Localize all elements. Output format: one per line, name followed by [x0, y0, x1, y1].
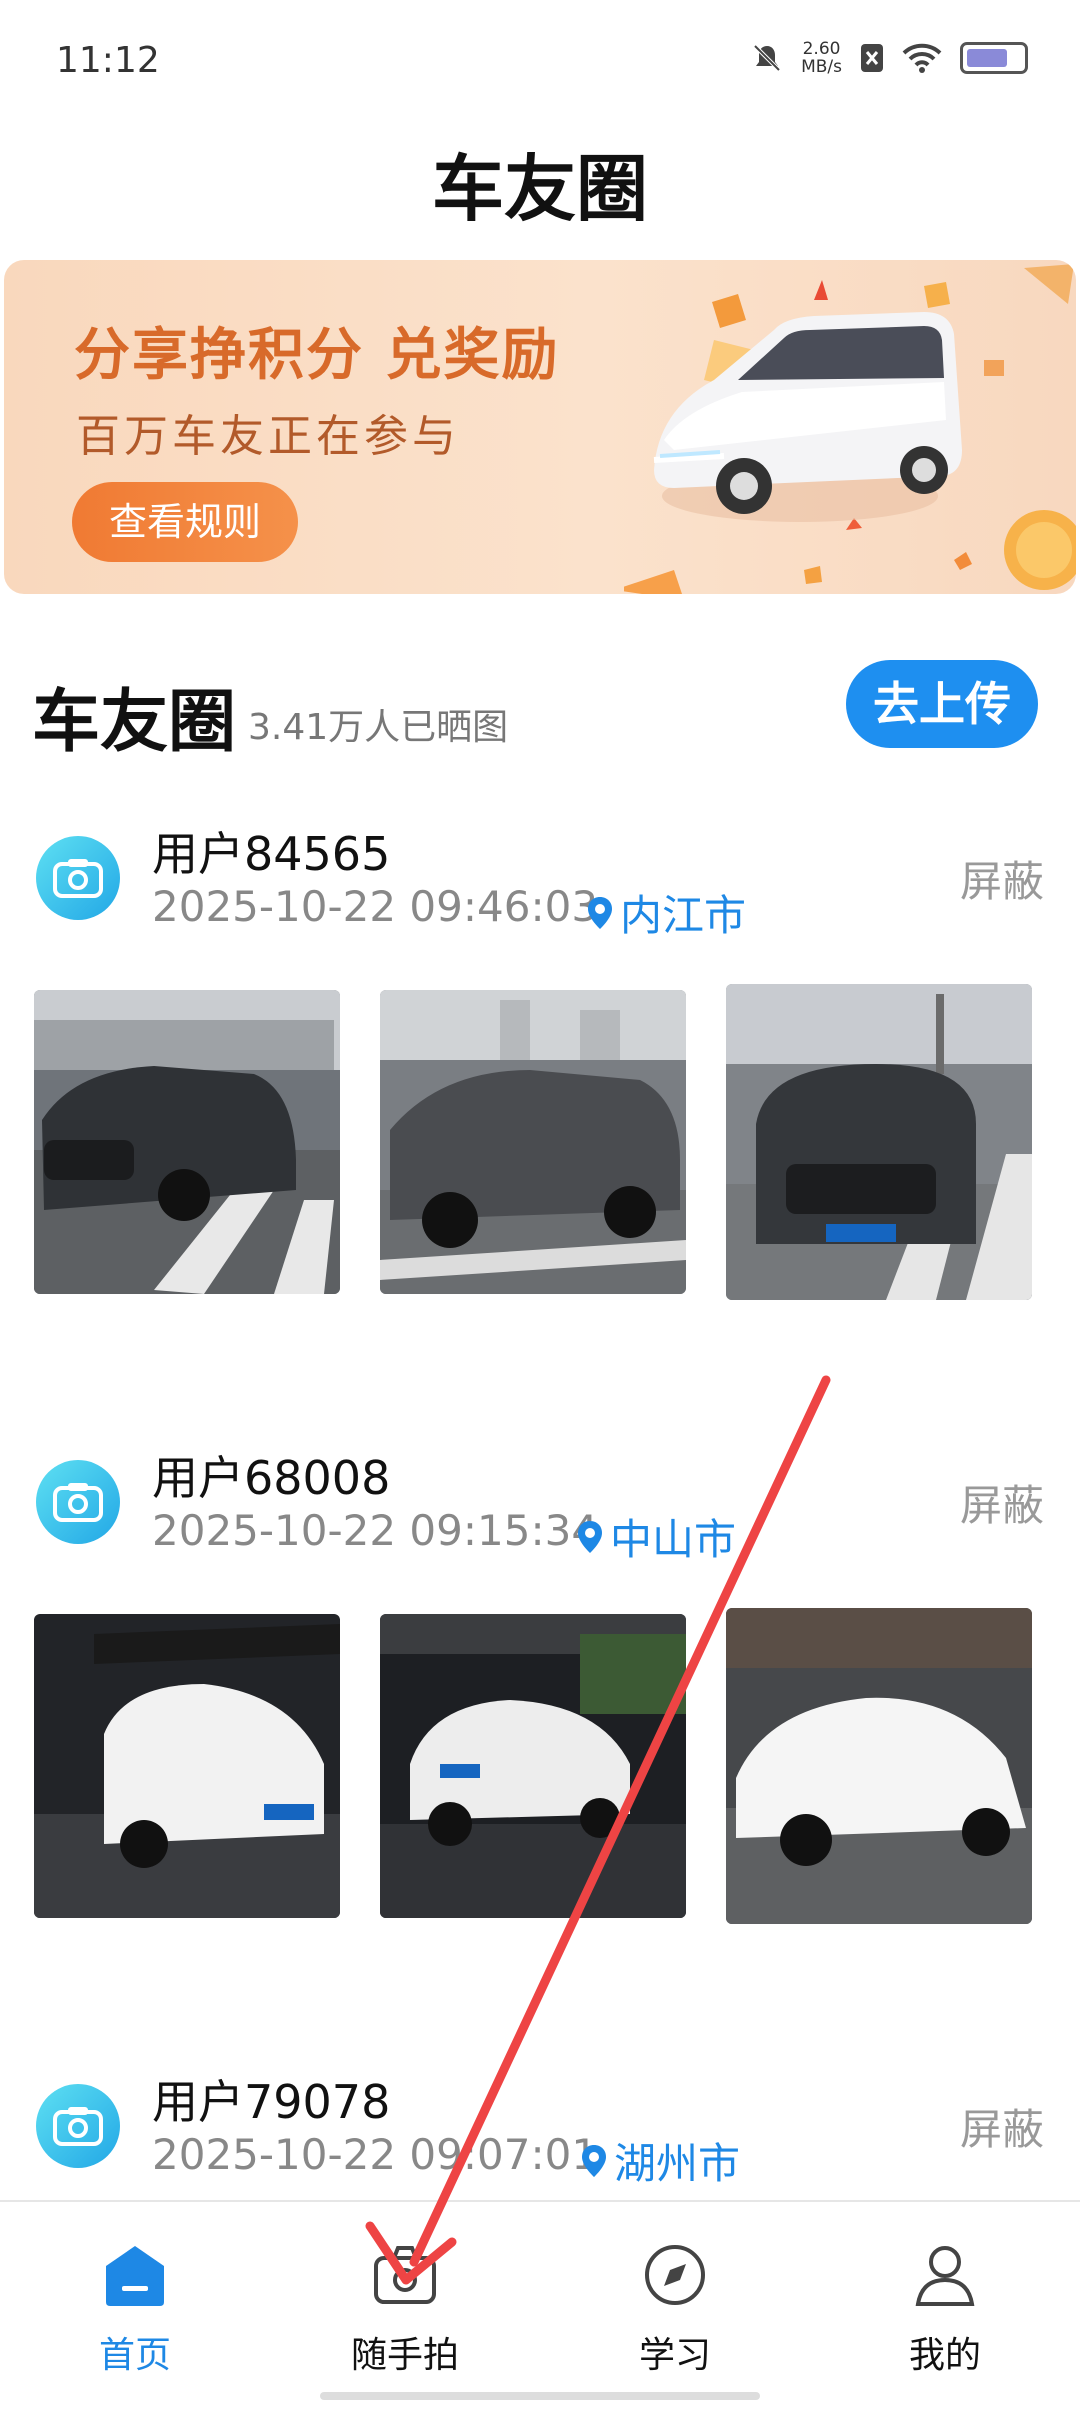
user-name[interactable]: 用户84565 [152, 818, 390, 884]
post-location: 湖州市 [580, 2130, 740, 2191]
page-title: 车友圈 [431, 147, 648, 231]
wifi-icon [902, 43, 942, 73]
camera-avatar-icon [53, 859, 103, 898]
view-rules-button[interactable]: 查看规则 [72, 482, 298, 562]
tab-mine[interactable]: 我的 [810, 2202, 1080, 2410]
camera-icon [374, 2246, 436, 2304]
post-time: 2025-10-22 09:15:34 [152, 1506, 599, 1555]
banner-subtitle: 百万车友正在参与 [76, 411, 460, 462]
post-location: 中山市 [576, 1506, 736, 1567]
car-illustration [624, 264, 1076, 594]
post-time: 2025-10-22 09:46:03 [152, 882, 599, 931]
upload-button[interactable]: 去上传 [846, 660, 1038, 748]
status-time: 11:12 [56, 40, 160, 81]
avatar[interactable] [36, 1460, 120, 1544]
location-text: 中山市 [610, 1515, 737, 1564]
location-text: 内江市 [620, 891, 747, 940]
mute-bell-icon [753, 44, 781, 72]
banner-title: 分享挣积分 兑奖励 [74, 323, 560, 388]
no-sim-icon [861, 44, 883, 72]
camera-avatar-icon [53, 2107, 103, 2146]
photo-grid [34, 1608, 1046, 1924]
avatar[interactable] [36, 2084, 120, 2168]
user-name[interactable]: 用户68008 [152, 1442, 390, 1508]
photo-thumbnail[interactable] [726, 984, 1032, 1300]
post-item: 用户84565 2025-10-22 09:46:03 内江市 屏蔽 [0, 818, 1080, 1318]
location-pin-icon [582, 2144, 606, 2177]
tab-label: 随手拍 [350, 2335, 459, 2376]
photo-thumbnail[interactable] [380, 1614, 686, 1918]
location-pin-icon [588, 896, 612, 929]
post-time: 2025-10-22 09:07:01 [152, 2130, 599, 2179]
promo-banner[interactable]: 分享挣积分 兑奖励 百万车友正在参与 查看规则 [4, 260, 1076, 594]
bottom-tab-bar: 首页 随手拍 学习 我的 [0, 2200, 1080, 2410]
speed-value: 2.60 [802, 39, 841, 59]
tab-label: 我的 [908, 2335, 981, 2376]
location-text: 湖州市 [614, 2139, 741, 2188]
post-item: 用户68008 2025-10-22 09:15:34 中山市 屏蔽 [0, 1442, 1080, 1942]
home-icon [106, 2246, 164, 2306]
person-icon [915, 2246, 975, 2306]
photo-thumbnail[interactable] [380, 990, 686, 1294]
tab-label: 首页 [98, 2335, 171, 2376]
compass-icon [645, 2245, 705, 2305]
block-button[interactable]: 屏蔽 [960, 2096, 1044, 2157]
network-speed: 2.60 MB/s [801, 40, 842, 76]
share-count: 3.41万人已晒图 [248, 707, 509, 748]
user-name[interactable]: 用户79078 [152, 2066, 390, 2132]
avatar[interactable] [36, 836, 120, 920]
location-pin-icon [578, 1520, 602, 1553]
photo-thumbnail[interactable] [34, 1614, 340, 1918]
tab-label: 学习 [638, 2335, 711, 2376]
camera-avatar-icon [53, 1483, 103, 1522]
speed-unit: MB/s [801, 57, 842, 77]
post-location: 内江市 [586, 882, 746, 943]
tab-home[interactable]: 首页 [0, 2202, 270, 2410]
section-header: 车友圈 3.41万人已晒图 去上传 [32, 660, 1048, 762]
post-item: 用户79078 2025-10-22 09:07:01 湖州市 屏蔽 [0, 2066, 1080, 2216]
block-button[interactable]: 屏蔽 [960, 1472, 1044, 1533]
home-indicator [320, 2392, 760, 2400]
status-bar: 11:12 2.60 MB/s [0, 0, 1080, 120]
photo-grid [34, 984, 1046, 1300]
status-icons: 2.60 MB/s [751, 40, 1028, 76]
tab-snapshot[interactable]: 随手拍 [270, 2202, 540, 2410]
photo-thumbnail[interactable] [34, 990, 340, 1294]
section-title: 车友圈 [32, 683, 237, 762]
block-button[interactable]: 屏蔽 [960, 848, 1044, 909]
tab-learn[interactable]: 学习 [540, 2202, 810, 2410]
battery-icon [960, 42, 1028, 74]
photo-thumbnail[interactable] [726, 1608, 1032, 1924]
